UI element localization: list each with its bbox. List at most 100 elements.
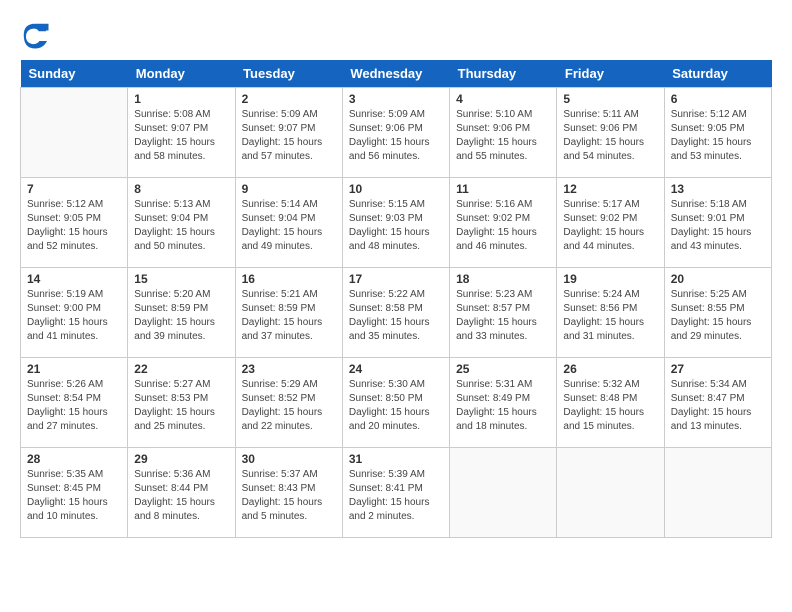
sunset-text: Sunset: 9:05 PM [27,212,121,226]
sunrise-text: Sunrise: 5:21 AM [242,288,336,302]
day-number: 8 [134,182,228,196]
day-info: Sunrise: 5:39 AMSunset: 8:41 PMDaylight:… [349,468,443,524]
daylight-text-line2: and 37 minutes. [242,330,336,344]
logo-icon [20,20,50,50]
sunrise-text: Sunrise: 5:08 AM [134,108,228,122]
sunrise-text: Sunrise: 5:09 AM [242,108,336,122]
daylight-text-line1: Daylight: 15 hours [27,316,121,330]
daylight-text-line1: Daylight: 15 hours [134,406,228,420]
day-info: Sunrise: 5:14 AMSunset: 9:04 PMDaylight:… [242,198,336,254]
sunrise-text: Sunrise: 5:35 AM [27,468,121,482]
daylight-text-line1: Daylight: 15 hours [671,406,765,420]
day-cell: 3 Sunrise: 5:09 AMSunset: 9:06 PMDaylight… [342,88,449,178]
day-cell: 17Sunrise: 5:22 AMSunset: 8:58 PMDayligh… [342,268,449,358]
day-number: 25 [456,362,550,376]
daylight-text-line1: Daylight: 15 hours [349,496,443,510]
day-cell: 16Sunrise: 5:21 AMSunset: 8:59 PMDayligh… [235,268,342,358]
day-info: Sunrise: 5:10 AMSunset: 9:06 PMDaylight:… [456,108,550,164]
daylight-text-line2: and 27 minutes. [27,420,121,434]
sunrise-text: Sunrise: 5:12 AM [671,108,765,122]
sunrise-text: Sunrise: 5:15 AM [349,198,443,212]
day-cell: 24Sunrise: 5:30 AMSunset: 8:50 PMDayligh… [342,358,449,448]
day-info: Sunrise: 5:13 AMSunset: 9:04 PMDaylight:… [134,198,228,254]
day-info: Sunrise: 5:26 AMSunset: 8:54 PMDaylight:… [27,378,121,434]
sunset-text: Sunset: 9:01 PM [671,212,765,226]
sunset-text: Sunset: 8:44 PM [134,482,228,496]
day-number: 24 [349,362,443,376]
day-number: 19 [563,272,657,286]
day-cell: 6Sunrise: 5:12 AMSunset: 9:05 PMDaylight… [664,88,771,178]
sunrise-text: Sunrise: 5:10 AM [456,108,550,122]
daylight-text-line1: Daylight: 15 hours [456,316,550,330]
day-info: Sunrise: 5:12 AMSunset: 9:05 PMDaylight:… [27,198,121,254]
day-number: 21 [27,362,121,376]
day-cell: 15Sunrise: 5:20 AMSunset: 8:59 PMDayligh… [128,268,235,358]
week-row-4: 21Sunrise: 5:26 AMSunset: 8:54 PMDayligh… [21,358,772,448]
day-number: 13 [671,182,765,196]
daylight-text-line1: Daylight: 15 hours [27,226,121,240]
daylight-text-line1: Daylight: 15 hours [563,226,657,240]
sunrise-text: Sunrise: 5:26 AM [27,378,121,392]
day-info: Sunrise: 5:22 AMSunset: 8:58 PMDaylight:… [349,288,443,344]
daylight-text-line2: and 35 minutes. [349,330,443,344]
daylight-text-line1: Daylight: 15 hours [349,406,443,420]
day-cell: 29Sunrise: 5:36 AMSunset: 8:44 PMDayligh… [128,448,235,538]
day-cell: 20Sunrise: 5:25 AMSunset: 8:55 PMDayligh… [664,268,771,358]
day-info: Sunrise: 5:29 AMSunset: 8:52 PMDaylight:… [242,378,336,434]
sunrise-text: Sunrise: 5:12 AM [27,198,121,212]
day-number: 23 [242,362,336,376]
day-number: 26 [563,362,657,376]
daylight-text-line1: Daylight: 15 hours [456,406,550,420]
day-info: Sunrise: 5:08 AMSunset: 9:07 PMDaylight:… [134,108,228,164]
day-number: 18 [456,272,550,286]
day-cell: 18 Sunrise: 5:23 AMSunset: 8:57 PMDayligh… [450,268,557,358]
sunset-text: Sunset: 8:54 PM [27,392,121,406]
header-cell-monday: Monday [128,60,235,88]
daylight-text-line2: and 49 minutes. [242,240,336,254]
day-cell: 12Sunrise: 5:17 AMSunset: 9:02 PMDayligh… [557,178,664,268]
daylight-text-line2: and 20 minutes. [349,420,443,434]
sunset-text: Sunset: 8:53 PM [134,392,228,406]
day-number: 22 [134,362,228,376]
daylight-text-line2: and 10 minutes. [27,510,121,524]
daylight-text-line2: and 8 minutes. [134,510,228,524]
sunrise-text: Sunrise: 5:31 AM [456,378,550,392]
daylight-text-line1: Daylight: 15 hours [349,136,443,150]
day-info: Sunrise: 5:09 AMSunset: 9:06 PMDaylight:… [349,108,443,164]
day-cell: 14 Sunrise: 5:19 AMSunset: 9:00 PMDayligh… [21,268,128,358]
daylight-text-line1: Daylight: 15 hours [242,406,336,420]
sunset-text: Sunset: 8:57 PM [456,302,550,316]
day-info: Sunrise: 5:15 AMSunset: 9:03 PMDaylight:… [349,198,443,254]
sunset-text: Sunset: 9:06 PM [349,122,443,136]
sunset-text: Sunset: 8:49 PM [456,392,550,406]
daylight-text-line2: and 48 minutes. [349,240,443,254]
sunset-text: Sunset: 9:05 PM [671,122,765,136]
daylight-text-line2: and 29 minutes. [671,330,765,344]
day-info: Sunrise: 5:19 AMSunset: 9:00 PMDaylight:… [27,288,121,344]
sunrise-text: Sunrise: 5:36 AM [134,468,228,482]
day-cell: 28Sunrise: 5:35 AMSunset: 8:45 PMDayligh… [21,448,128,538]
day-number: 1 [134,92,228,106]
day-info: Sunrise: 5:31 AMSunset: 8:49 PMDaylight:… [456,378,550,434]
daylight-text-line2: and 54 minutes. [563,150,657,164]
day-number: 12 [563,182,657,196]
sunrise-text: Sunrise: 5:29 AM [242,378,336,392]
sunset-text: Sunset: 9:06 PM [563,122,657,136]
day-number: 3 [349,92,443,106]
header-cell-friday: Friday [557,60,664,88]
sunrise-text: Sunrise: 5:23 AM [456,288,550,302]
day-number: 31 [349,452,443,466]
day-number: 14 [27,272,121,286]
day-number: 20 [671,272,765,286]
daylight-text-line1: Daylight: 15 hours [563,406,657,420]
sunrise-text: Sunrise: 5:18 AM [671,198,765,212]
sunrise-text: Sunrise: 5:30 AM [349,378,443,392]
daylight-text-line2: and 46 minutes. [456,240,550,254]
day-cell: 19Sunrise: 5:24 AMSunset: 8:56 PMDayligh… [557,268,664,358]
sunset-text: Sunset: 8:55 PM [671,302,765,316]
sunrise-text: Sunrise: 5:39 AM [349,468,443,482]
day-info: Sunrise: 5:34 AMSunset: 8:47 PMDaylight:… [671,378,765,434]
sunset-text: Sunset: 8:48 PM [563,392,657,406]
daylight-text-line2: and 18 minutes. [456,420,550,434]
daylight-text-line2: and 53 minutes. [671,150,765,164]
